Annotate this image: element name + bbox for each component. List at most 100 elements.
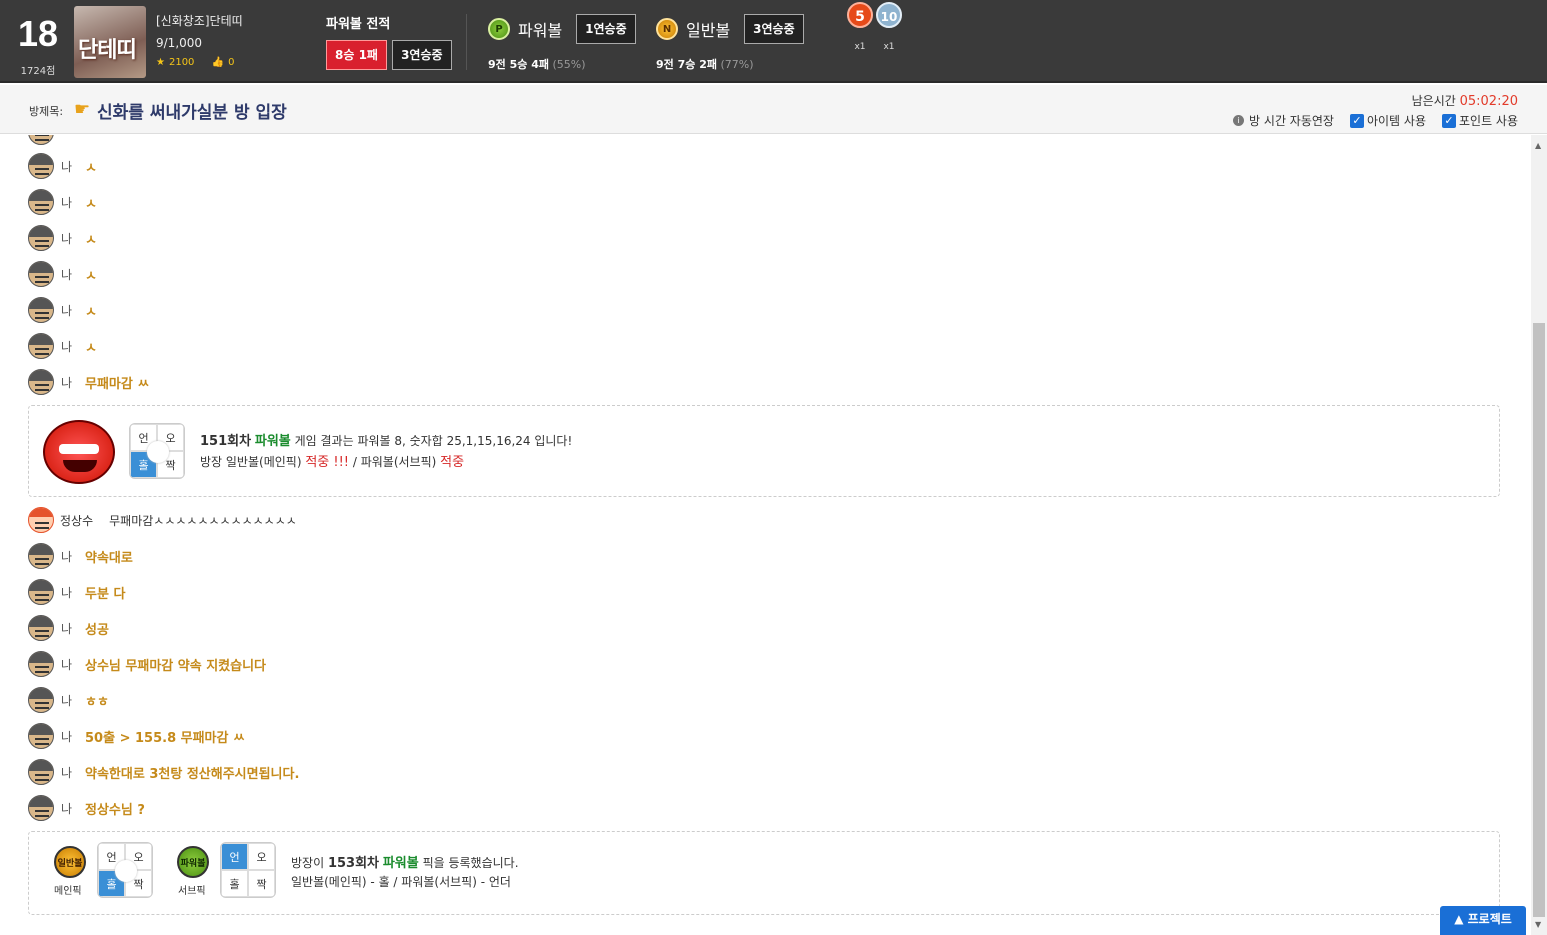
pick-indicator (115, 860, 137, 882)
message-text: 약속한대로 3천탕 정산해주시면됩니다. (85, 766, 300, 782)
sender: 나 (61, 549, 73, 564)
powerball-summary: 9전 5승 4패 (488, 58, 549, 71)
sender: 나 (61, 729, 73, 744)
star-icon: ★ (156, 57, 165, 68)
record-win-loss: 8승 1패 (326, 40, 387, 70)
user-info: [신화창조]단테띠 9/1,000 ★ 2100 👍 0 (156, 12, 248, 75)
sender: 나 (61, 231, 73, 246)
sub-pick-label: 서브픽 (178, 886, 206, 897)
avatar (28, 795, 54, 821)
normalball-coin-icon: N (656, 18, 678, 40)
avatar (28, 543, 54, 569)
message-text: 약속대로 (85, 550, 133, 566)
message-text: 성공 (85, 622, 109, 638)
timer-label: 남은시간 (1411, 94, 1456, 108)
hit-main: 적중 !!! (305, 455, 350, 470)
sender: 나 (61, 303, 73, 318)
round-number: 151회차 (200, 434, 252, 449)
member-count: 9/1,000 (156, 36, 203, 50)
pick-over: 오 (248, 843, 275, 870)
level-points: 1724점 (20, 66, 56, 77)
room-title: 신화를 써내가실분 방 입장 (97, 103, 287, 123)
result-line: 게임 결과는 파워볼 8, 숫자합 25,1,15,16,24 입니다! (294, 434, 573, 448)
pointing-hand-icon: ☛ (74, 99, 91, 120)
protect-label: 프로젝트 (1467, 912, 1512, 926)
pick-register-box: 일반볼 메인픽 언 오 홀 짝 파워볼 서브픽 언 오 홀 짝 방장이 153회… (28, 831, 1500, 915)
room-options: i 방 시간 자동연장 ✓ 아이템 사용 ✓ 포인트 사용 (1233, 112, 1518, 129)
avatar (28, 135, 54, 145)
chat-message: 나 성공 (28, 614, 109, 642)
scroll-up-icon[interactable]: ▲ (1535, 141, 1541, 150)
pick-summary-sub: / 파워볼(서브픽) (352, 455, 437, 469)
result-text: 151회차 파워볼 게임 결과는 파워볼 8, 숫자합 25,1,15,16,2… (200, 431, 572, 473)
user-level: 18 1724점 (12, 12, 64, 77)
chat-scrollbar[interactable]: ▲ ▼ (1531, 135, 1547, 935)
game-name: 파워볼 (254, 434, 291, 449)
sender: 나 (61, 621, 73, 636)
chat-message: 나 50출 > 155.8 무패마감 ㅆ (28, 722, 245, 750)
chat-message: 나 상수님 무패마감 약속 지켰습니다 (28, 650, 266, 678)
powerball-label: 파워볼 (518, 21, 563, 40)
avatar (28, 651, 54, 677)
caret-up-icon: ▲ (1454, 912, 1464, 926)
sender: 나 (61, 195, 73, 210)
chat-message: 나 약속대로 (28, 542, 133, 570)
info-icon[interactable]: i (1233, 115, 1245, 126)
normalball-coin-icon: 일반볼 (54, 846, 86, 878)
avatar[interactable]: 단테띠 (74, 6, 146, 78)
avatar (28, 759, 54, 785)
item-use-label[interactable]: 아이템 사용 (1367, 112, 1426, 129)
point-use-checkbox[interactable]: ✓ (1441, 113, 1456, 128)
pick-even: 짝 (248, 870, 275, 897)
message-text: ㅅ (85, 232, 97, 248)
avatar (28, 687, 54, 713)
pick-line-prefix: 방장이 (291, 856, 325, 870)
message-text: 50출 > 155.8 무패마감 ㅆ (85, 730, 245, 746)
sender: 나 (61, 585, 73, 600)
sender: 나 (61, 267, 73, 282)
room-bar: 방제목: ☛ 신화를 써내가실분 방 입장 남은시간 05:02:20 i 방 … (0, 85, 1547, 134)
message-text: 무패마감ㅅㅅㅅㅅㅅㅅㅅㅅㅅㅅㅅㅅㅅ (109, 513, 297, 528)
level-number: 18 (17, 13, 59, 54)
avatar (28, 189, 54, 215)
protect-button[interactable]: ▲ 프로젝트 (1440, 906, 1526, 935)
game-result-box: 언 오 홀 짝 151회차 파워볼 게임 결과는 파워볼 8, 숫자합 25,1… (28, 405, 1500, 497)
message-text: ㅎㅎ (85, 694, 109, 710)
avatar (28, 723, 54, 749)
medal-icon: 10 (876, 2, 902, 28)
sender: 나 (61, 801, 73, 816)
avatar (28, 261, 54, 287)
message-text: ㅅ (85, 304, 97, 320)
item-use-checkbox[interactable]: ✓ (1349, 113, 1364, 128)
user-stats: ★ 2100 👍 0 (156, 57, 248, 68)
username[interactable]: [신화창조]단테띠 (156, 12, 248, 29)
divider (466, 14, 467, 70)
normalball-pct: (77%) (720, 58, 754, 71)
point-use-label[interactable]: 포인트 사용 (1459, 112, 1518, 129)
sender[interactable]: 정상수 (60, 512, 93, 529)
pick-line-suffix: 픽을 등록했습니다. (422, 856, 519, 870)
thumbs-up-icon: 👍 (211, 57, 225, 68)
powerball-pct: (55%) (552, 58, 586, 71)
auto-extend-label[interactable]: 방 시간 자동연장 (1249, 112, 1334, 129)
medal-10: 10 x1 (874, 2, 904, 52)
avatar (28, 369, 54, 395)
pick-odd: 홀 (221, 870, 248, 897)
chat-message: 나 ㅎㅎ (28, 686, 109, 714)
powerball-coin-icon: 파워볼 (177, 846, 209, 878)
message-text: ㅅ (85, 196, 97, 212)
medal-5: 5 x1 (845, 2, 875, 52)
chat-message: 나 정상수님 ? (28, 794, 145, 822)
scroll-down-icon[interactable]: ▼ (1535, 920, 1541, 929)
chat-message: 나ㅅ (28, 224, 97, 252)
scrollbar-thumb[interactable] (1533, 323, 1545, 917)
chat-area: 나ㅅ 나ㅅ 나ㅅ 나ㅅ 나ㅅ 나ㅅ 나 무패마감 ㅆ 언 오 홀 짝 151회차 … (0, 135, 1530, 935)
medal-count: x1 (854, 42, 866, 52)
normalball-stat: N 일반볼 3연승중 9전 7승 2패 (77%) (656, 14, 804, 72)
chat-message: 나ㅅ (28, 332, 97, 360)
message-text: 무패마감 ㅆ (85, 376, 150, 392)
chat-message: 나 두분 다 (28, 578, 125, 606)
avatar (28, 615, 54, 641)
room-title-label: 방제목: (29, 105, 64, 118)
star-count: 2100 (168, 57, 195, 68)
